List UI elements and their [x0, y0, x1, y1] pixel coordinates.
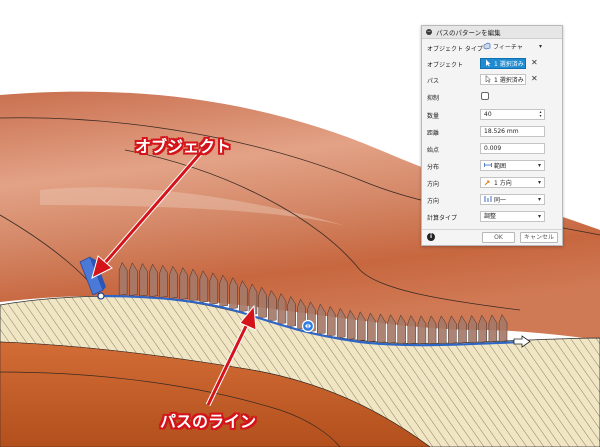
distribution-select[interactable]: 範囲 ▾ — [480, 160, 545, 171]
orientation-label: 方向 — [427, 198, 440, 205]
objects-label: オブジェクト — [427, 62, 464, 69]
object-type-select[interactable]: フィーチャ ▾ — [480, 42, 545, 53]
row-quantity: 数量 40 ▴ ▾ — [422, 108, 562, 122]
start-point-label: 始点 — [427, 147, 440, 154]
compute-type-label: 計算タイプ — [427, 215, 458, 222]
annotation-path-line-label: パスのライン — [160, 412, 257, 431]
clear-objects-icon[interactable]: ✕ — [531, 58, 538, 68]
row-start-point: 始点 0.009 — [422, 142, 562, 156]
path-start-point[interactable] — [97, 292, 105, 300]
row-distance: 距離 18.526 mm — [422, 125, 562, 139]
orientation-select[interactable]: 同一 ▾ — [480, 194, 545, 205]
start-point-input[interactable]: 0.009 — [480, 143, 545, 154]
row-object-type: オブジェクト タイプ フィーチャ ▾ — [422, 41, 562, 55]
object-type-label: オブジェクト タイプ — [427, 46, 483, 53]
chevron-down-icon: ▾ — [538, 43, 542, 50]
dialog-footer: i OK キャンセル — [422, 229, 562, 245]
path-selection-button[interactable]: 1 選択済み — [480, 74, 526, 85]
row-path: パス 1 選択済み ✕ — [422, 73, 562, 87]
identical-orientation-icon — [484, 196, 492, 202]
quantity-stepper[interactable]: 40 ▴ ▾ — [480, 109, 545, 120]
row-suppress: 抑制 — [422, 90, 562, 104]
annotation-object-label: オブジェクト — [135, 137, 232, 156]
objects-selection-button[interactable]: 1 選択済み — [480, 58, 526, 69]
row-compute-type: 計算タイプ 調整 ▾ — [422, 210, 562, 224]
suppress-checkbox[interactable] — [481, 92, 489, 100]
row-direction-1: 方向 1 方向 ▾ — [422, 176, 562, 190]
dialog-title: パスのパターンを編集 — [436, 29, 501, 37]
clear-path-icon[interactable]: ✕ — [531, 74, 538, 84]
distance-label: 距離 — [427, 130, 440, 137]
cursor-arrow-icon — [486, 59, 491, 67]
chevron-down-icon: ▾ — [537, 196, 541, 203]
direction-label: 方向 — [427, 181, 440, 188]
feature-icon — [483, 42, 491, 50]
direction-select[interactable]: 1 方向 ▾ — [480, 177, 545, 188]
cancel-button[interactable]: キャンセル — [520, 232, 558, 243]
info-icon[interactable]: i — [427, 233, 435, 241]
suppress-label: 抑制 — [427, 95, 440, 102]
collapse-icon[interactable]: − — [426, 29, 432, 35]
distance-input[interactable]: 18.526 mm — [480, 126, 545, 137]
spinner-arrows-icon[interactable]: ▴ ▾ — [538, 110, 543, 119]
row-distribution: 分布 範囲 ▾ — [422, 159, 562, 173]
one-direction-icon — [484, 180, 490, 186]
chevron-down-icon: ▾ — [537, 213, 541, 220]
quantity-label: 数量 — [427, 113, 440, 120]
dialog-title-bar[interactable]: − パスのパターンを編集 — [422, 26, 562, 39]
ok-button[interactable]: OK — [482, 232, 515, 243]
path-label: パス — [427, 78, 440, 85]
compute-type-select[interactable]: 調整 ▾ — [480, 211, 545, 222]
chevron-down-icon: ▾ — [537, 162, 541, 169]
row-direction-2: 方向 同一 ▾ — [422, 193, 562, 207]
cursor-arrow-icon — [485, 75, 492, 83]
extent-icon — [484, 163, 492, 167]
edit-path-pattern-dialog: − パスのパターンを編集 オブジェクト タイプ フィーチャ ▾ オブジェクト 1… — [421, 25, 563, 246]
distribution-label: 分布 — [427, 164, 440, 171]
row-objects: オブジェクト 1 選択済み ✕ — [422, 57, 562, 71]
path-manipulator-handle[interactable] — [301, 319, 315, 333]
chevron-down-icon: ▾ — [537, 179, 541, 186]
